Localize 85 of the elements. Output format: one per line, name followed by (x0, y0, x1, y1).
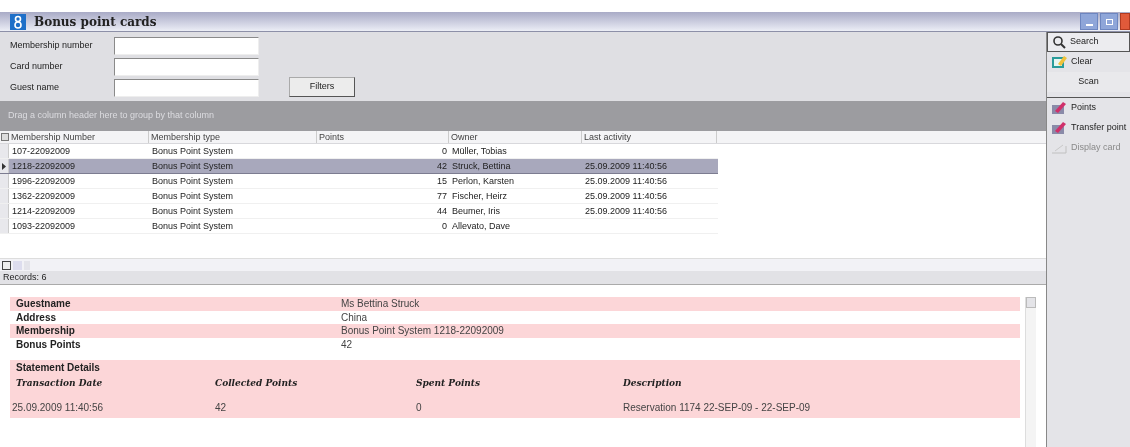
current-row-icon (2, 162, 6, 170)
statement-header: Description (623, 378, 682, 388)
statement-cell: 42 (215, 401, 227, 413)
eraser-icon (1051, 55, 1067, 69)
detail-value: China (341, 310, 368, 325)
table-cell: 25.09.2009 11:40:56 (585, 190, 667, 201)
table-cell: Bonus Point System (152, 190, 234, 201)
table-cell-text: 0 (442, 144, 447, 158)
table-cell: 25.09.2009 11:40:56 (585, 175, 667, 186)
table-cell: 25.09.2009 11:40:56 (585, 160, 667, 171)
table-cell: 1214-22092009 (12, 205, 76, 216)
table-row[interactable]: 1996-22092009 Bonus Point System 15 Perlon, Karsten 25.09.2009 11:40:56 (0, 174, 718, 190)
column-header[interactable]: Points (317, 131, 449, 144)
table-cell-text: 15 (437, 174, 447, 188)
table-cell: 25.09.2009 11:40:56 (585, 205, 667, 216)
detail-value: Bonus Point System 1218-22092009 (341, 324, 504, 339)
table-cell-text: 44 (437, 204, 447, 218)
table-cell: 1362-22092009 (12, 190, 76, 201)
row-indicator (0, 174, 9, 189)
table-row[interactable]: 1218-22092009 Bonus Point System 42 Struck, Bettina 25.09.2009 11:40:56 (0, 159, 718, 175)
row-indicator (0, 219, 9, 234)
table-cell-text: 42 (437, 159, 447, 173)
table-cell: Bonus Point System (152, 160, 234, 171)
table-cell: Bonus Point System (152, 205, 234, 216)
table-cell: Bonus Point System (152, 145, 234, 156)
first-record-icon[interactable] (2, 260, 11, 270)
pencil-card-icon (1051, 121, 1067, 135)
records-count: Records: 6 (3, 270, 47, 284)
table-cell: Bonus Point System (152, 220, 234, 231)
toolbar-button[interactable]: Points (1047, 98, 1130, 118)
table-cell: 107-22092009 (12, 145, 71, 156)
table-cell: Perlon, Karsten (452, 175, 515, 186)
table-cell: 1218-22092009 (12, 160, 76, 171)
statement-header: Transaction Date (16, 378, 103, 388)
search-icon (1052, 35, 1066, 49)
table-row[interactable]: 1093-22092009 Bonus Point System 0 Allevato, Dave (0, 219, 718, 235)
input-field[interactable] (114, 78, 259, 97)
table-cell: Allevato, Dave (452, 220, 511, 231)
table-cell: 1093-22092009 (12, 220, 76, 231)
minimize-button[interactable] (1080, 13, 1098, 30)
detail-value: Ms Bettina Struck (341, 297, 420, 312)
field-label: Membership number (10, 39, 94, 53)
statement-header: Spent Points (416, 378, 481, 388)
statement-cell: 25.09.2009 11:40:56 (12, 401, 103, 413)
table-cell: Müller, Tobias (452, 145, 507, 156)
table-cell: Fischer, Heirz (452, 190, 507, 201)
restore-button[interactable] (1100, 13, 1118, 30)
window-title: Bonus point cards (34, 13, 157, 31)
toolbar-button[interactable]: Search (1047, 32, 1130, 52)
card-icon (1051, 142, 1067, 154)
input-field[interactable] (114, 57, 259, 76)
column-header[interactable]: Membership Number (9, 131, 149, 144)
column-header[interactable]: Membership type (149, 131, 317, 144)
toolbar-button[interactable]: Transfer point (1047, 118, 1130, 138)
input-field[interactable] (114, 36, 259, 55)
table-cell: Struck, Bettina (452, 160, 511, 171)
row-indicator (0, 189, 9, 204)
detail-label: Address (16, 310, 57, 325)
row-indicator (0, 204, 9, 219)
detail-label: Membership (16, 324, 76, 339)
table-cell-text: 0 (442, 219, 447, 233)
statement-title: Statement Details (15, 361, 101, 375)
statement-header: Collected Points (215, 378, 298, 388)
table-row[interactable]: 1362-22092009 Bonus Point System 77 Fischer, Heirz 25.09.2009 11:40:56 (0, 189, 718, 205)
detail-value: 42 (341, 337, 353, 352)
detail-label: Guestname (16, 297, 72, 312)
column-header[interactable]: Last activity (582, 131, 717, 144)
table-row[interactable]: 1214-22092009 Bonus Point System 44 Beumer, Iris 25.09.2009 11:40:56 (0, 204, 718, 220)
statement-cell: Reservation 1174 22-SEP-09 - 22-SEP-09 (623, 401, 811, 413)
field-label: Guest name (10, 81, 61, 95)
statement-cell: 0 (416, 401, 422, 413)
column-header[interactable]: Owner (449, 131, 582, 144)
column-chooser-icon[interactable] (1, 133, 9, 142)
pencil-card-icon (1051, 101, 1067, 115)
toolbar-button[interactable]: Scan (1047, 72, 1130, 92)
table-cell: Bonus Point System (152, 175, 234, 186)
table-row[interactable]: 107-22092009 Bonus Point System 0 Müller, Tobias (0, 144, 718, 160)
table-cell-text: 77 (437, 189, 447, 203)
filters-button[interactable]: Filters (289, 76, 355, 97)
field-label: Card number (10, 60, 64, 74)
app-logo-icon (10, 13, 26, 30)
table-cell: 1996-22092009 (12, 175, 76, 186)
table-cell: Beumer, Iris (452, 205, 500, 216)
toolbar-button[interactable]: Clear (1047, 52, 1130, 72)
detail-label: Bonus Points (16, 337, 82, 352)
